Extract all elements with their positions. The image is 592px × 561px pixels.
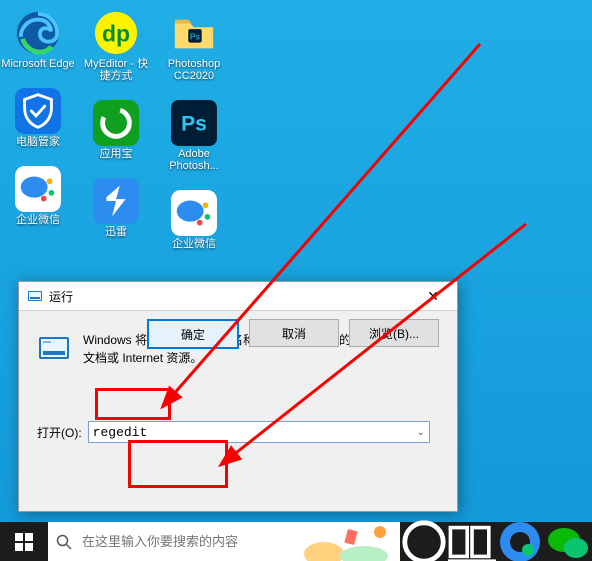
open-input[interactable] bbox=[88, 421, 430, 443]
chevron-down-icon[interactable]: ⌄ bbox=[412, 421, 430, 443]
desktop-icon-myeditor[interactable]: dp MyEditor - 快捷方式 bbox=[79, 10, 153, 82]
wechat-icon bbox=[544, 518, 592, 561]
taskbar-app-wechat[interactable] bbox=[544, 522, 592, 561]
dialog-title: 运行 bbox=[49, 288, 413, 305]
wecom-icon bbox=[15, 166, 61, 212]
desktop-icon-label: Microsoft Edge bbox=[1, 58, 74, 70]
desktop-icon-label: MyEditor - 快捷方式 bbox=[79, 58, 153, 82]
open-combobox[interactable]: ⌄ bbox=[88, 421, 430, 443]
shield-icon bbox=[15, 88, 61, 134]
desktop-icon-edge[interactable]: Microsoft Edge bbox=[1, 10, 74, 70]
start-button[interactable] bbox=[0, 522, 48, 561]
desktop-icon-wecom[interactable]: 企业微信 bbox=[15, 166, 61, 226]
desktop-icon-label: 迅雷 bbox=[105, 226, 127, 238]
xunlei-icon bbox=[93, 178, 139, 224]
edge-icon bbox=[15, 10, 61, 56]
yingyongbao-icon bbox=[93, 100, 139, 146]
desktop-icon-label: 应用宝 bbox=[100, 148, 133, 160]
search-input[interactable] bbox=[80, 521, 296, 561]
circle-icon bbox=[400, 518, 448, 561]
svg-text:Ps: Ps bbox=[190, 32, 200, 42]
cancel-button[interactable]: 取消 bbox=[249, 319, 339, 347]
taskbar-app-browser[interactable] bbox=[496, 522, 544, 561]
desktop-icon-label: 企业微信 bbox=[172, 238, 216, 250]
desktop-icon-label: 企业微信 bbox=[16, 214, 60, 226]
taskbar-search[interactable] bbox=[48, 522, 304, 561]
desktop-icon-label: Photoshop CC2020 bbox=[157, 58, 231, 82]
run-dialog: 运行 ✕ Windows 将根据你所输入的名称，为你打开相应的程序、文件夹、文档… bbox=[18, 281, 458, 512]
desktop-icon-ps[interactable]: Ps Adobe Photosh... bbox=[157, 100, 231, 172]
close-button[interactable]: ✕ bbox=[413, 283, 453, 309]
windows-icon bbox=[15, 533, 33, 551]
browser-icon bbox=[496, 518, 544, 561]
close-icon: ✕ bbox=[427, 288, 439, 305]
cortana-button[interactable] bbox=[400, 522, 448, 561]
ok-button[interactable]: 确定 bbox=[147, 319, 239, 349]
folder-icon: Ps bbox=[171, 10, 217, 56]
task-view-button[interactable] bbox=[448, 522, 496, 561]
search-icon bbox=[56, 534, 72, 550]
run-icon bbox=[27, 288, 43, 304]
desktop-icon-psfolder[interactable]: Ps Photoshop CC2020 bbox=[157, 10, 231, 82]
browse-button[interactable]: 浏览(B)... bbox=[349, 319, 439, 347]
taskbar bbox=[0, 522, 592, 561]
desktop-icon-wecom2[interactable]: 企业微信 bbox=[171, 190, 217, 250]
desktop-icon-label: 电脑管家 bbox=[16, 136, 60, 148]
taskbar-art bbox=[304, 522, 400, 561]
svg-text:dp: dp bbox=[102, 21, 130, 47]
titlebar: 运行 ✕ bbox=[19, 282, 457, 311]
svg-text:Ps: Ps bbox=[181, 113, 207, 136]
desktop: Microsoft Edge 电脑管家 企业微信 dp MyEditor - 快… bbox=[0, 0, 592, 561]
desktop-icon-label: Adobe Photosh... bbox=[157, 148, 231, 172]
desktop-icon-yingyongbao[interactable]: 应用宝 bbox=[93, 100, 139, 160]
desktop-icon-guanjia[interactable]: 电脑管家 bbox=[15, 88, 61, 148]
run-large-icon bbox=[37, 331, 71, 365]
wecom-icon bbox=[171, 190, 217, 236]
myeditor-icon: dp bbox=[93, 10, 139, 56]
desktop-icon-xunlei[interactable]: 迅雷 bbox=[93, 178, 139, 238]
photoshop-icon: Ps bbox=[171, 100, 217, 146]
task-view-icon bbox=[448, 518, 496, 561]
open-label: 打开(O): bbox=[37, 424, 82, 441]
